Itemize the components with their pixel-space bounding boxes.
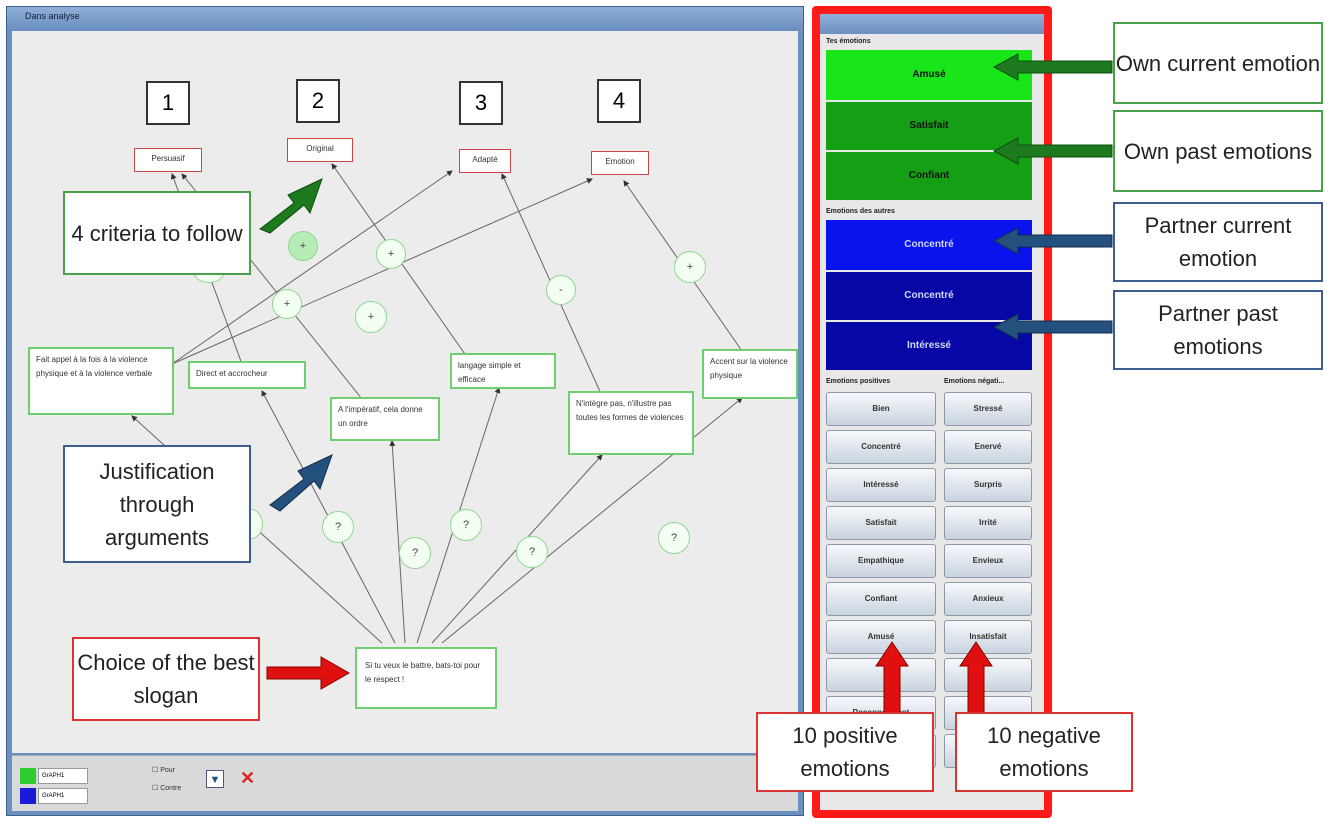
choice-arrow	[266, 656, 351, 690]
annotation-own-current: Own current emotion	[1113, 22, 1323, 104]
argument-graph-window: Dans analyse 1 2 3 4 Persuasif Original …	[6, 6, 804, 816]
negative-up-arrow	[959, 641, 993, 719]
slogan-box[interactable]: Si tu veux le battre, bats-toi pour le r…	[355, 647, 497, 709]
title-bar: Dans analyse	[7, 7, 803, 29]
emotion-panel: Tes émotions Amusé Satisfait Confiant Em…	[812, 6, 1052, 818]
positive-emotion-button[interactable]: Empathique	[826, 544, 936, 578]
save-icon[interactable]: ▼	[206, 770, 224, 788]
relation-node-plus[interactable]: +	[355, 301, 387, 333]
positive-emotion-button[interactable]: Satisfait	[826, 506, 936, 540]
negative-emotion-button[interactable]: Irrité	[944, 506, 1032, 540]
user2-color-swatch	[20, 788, 36, 804]
negative-emotion-button[interactable]: Anxieux	[944, 582, 1032, 616]
annotation-partner-current: Partner current emotion	[1113, 202, 1323, 282]
callout-criteria: 4 criteria to follow	[63, 191, 251, 275]
user1-color-swatch	[20, 768, 36, 784]
partner-current-arrow	[992, 227, 1113, 255]
delete-icon[interactable]: ✕	[240, 768, 255, 789]
relation-node-plus[interactable]: +	[674, 251, 706, 283]
argument-box[interactable]: A l'impératif, cela donne un ordre	[330, 397, 440, 441]
positive-emotion-button[interactable]: Bien	[826, 392, 936, 426]
argument-box[interactable]: langage simple et efficace	[450, 353, 556, 389]
negative-emotion-button[interactable]: Envieux	[944, 544, 1032, 578]
footer-bar: GrAPH1 GrAPH1 ☐ Pour ☐ Contre ▼ ✕	[12, 755, 798, 811]
pour-label: Pour	[160, 767, 176, 774]
positive-up-arrow	[875, 641, 909, 719]
partner-past-arrow	[992, 313, 1113, 341]
pour-checkbox[interactable]: ☐ Pour	[152, 766, 175, 774]
callout-choice: Choice of the best slogan	[72, 637, 260, 721]
relation-node-plus[interactable]: +	[272, 289, 302, 319]
own-emotions-header: Tes émotions	[826, 38, 871, 45]
criterion-adapte[interactable]: Adapté	[459, 149, 511, 173]
own-past-arrow	[992, 137, 1113, 165]
user2-field[interactable]: GrAPH1	[38, 788, 88, 804]
user1-field[interactable]: GrAPH1	[38, 768, 88, 784]
justification-arrow	[269, 454, 333, 512]
positive-emotion-button[interactable]: Intéressé	[826, 468, 936, 502]
relation-node-question[interactable]: ?	[658, 522, 690, 554]
negative-header: Emotions négati...	[944, 378, 1005, 385]
relation-node-question[interactable]: ?	[322, 511, 354, 543]
criterion-original[interactable]: Original	[287, 138, 353, 162]
emotion-panel-titlebar	[820, 14, 1044, 34]
negative-emotion-button[interactable]: Stressé	[944, 392, 1032, 426]
contre-label: Contre	[160, 785, 182, 792]
argument-box[interactable]: N'intègre pas, n'illustre pas toutes les…	[568, 391, 694, 455]
positive-header: Emotions positives	[826, 378, 891, 385]
annotation-positive: 10 positive emotions	[756, 712, 934, 792]
criterion-number-1: 1	[146, 81, 190, 125]
relation-node-question[interactable]: ?	[516, 536, 548, 568]
annotation-negative: 10 negative emotions	[955, 712, 1133, 792]
relation-node-minus[interactable]: -	[546, 275, 576, 305]
criterion-number-2: 2	[296, 79, 340, 123]
positive-emotion-button[interactable]: Concentré	[826, 430, 936, 464]
contre-checkbox[interactable]: ☐ Contre	[152, 784, 181, 792]
negative-emotion-button[interactable]: Enervé	[944, 430, 1032, 464]
annotation-partner-past: Partner past emotions	[1113, 290, 1323, 370]
graph-canvas[interactable]: 1 2 3 4 Persuasif Original Adapté Emotio…	[12, 31, 798, 753]
argument-box[interactable]: Accent sur la violence physique	[702, 349, 798, 399]
annotation-own-past: Own past emotions	[1113, 110, 1323, 192]
negative-emotion-button[interactable]: Surpris	[944, 468, 1032, 502]
positive-emotion-button[interactable]: Confiant	[826, 582, 936, 616]
relation-node-plus[interactable]: +	[376, 239, 406, 269]
callout-justification: Justification through arguments	[63, 445, 251, 563]
criterion-number-3: 3	[459, 81, 503, 125]
window-title: Dans analyse	[25, 11, 80, 21]
criterion-persuasif[interactable]: Persuasif	[134, 148, 202, 172]
argument-box[interactable]: Direct et accrocheur	[188, 361, 306, 389]
relation-node-question[interactable]: ?	[450, 509, 482, 541]
criteria-arrow	[258, 178, 323, 234]
criterion-number-4: 4	[597, 79, 641, 123]
own-current-arrow	[992, 53, 1113, 81]
criterion-emotion[interactable]: Emotion	[591, 151, 649, 175]
relation-node-question[interactable]: ?	[399, 537, 431, 569]
others-emotions-header: Emotions des autres	[826, 208, 895, 215]
argument-box[interactable]: Fait appel à la fois à la violence physi…	[28, 347, 174, 415]
